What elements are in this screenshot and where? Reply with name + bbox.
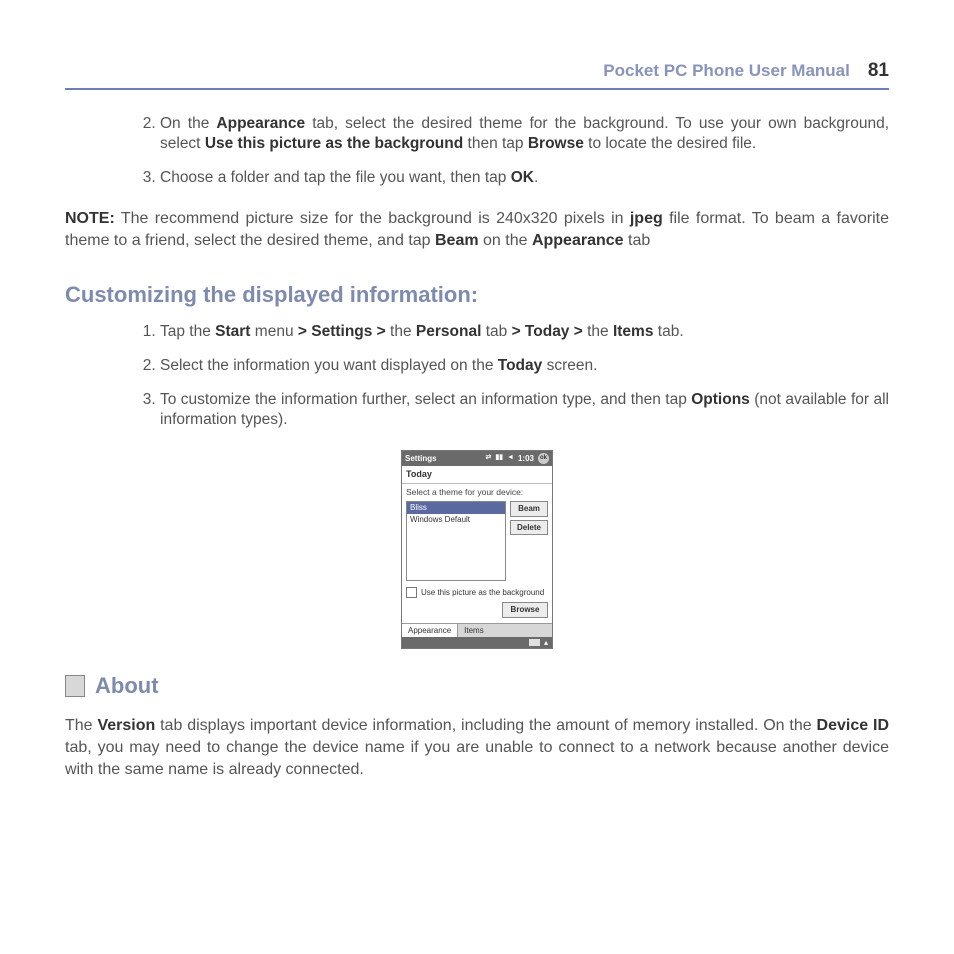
bold-text: Options	[691, 391, 750, 408]
page-number: 81	[868, 60, 889, 82]
text: tab, you may need to change the device n…	[65, 739, 889, 778]
bold-text: Beam	[435, 232, 479, 249]
keyboard-icon[interactable]	[529, 639, 540, 646]
text: on the	[479, 232, 532, 249]
text: screen.	[542, 357, 597, 374]
bold-text: Device ID	[817, 717, 889, 734]
bold-text: > Today >	[512, 323, 583, 340]
use-picture-checkbox[interactable]	[406, 587, 417, 598]
text: tab.	[653, 323, 683, 340]
bold-text: Items	[613, 323, 654, 340]
bold-text: Version	[97, 717, 155, 734]
text: menu	[250, 323, 297, 340]
bold-text: Personal	[416, 323, 481, 340]
use-picture-label: Use this picture as the background	[421, 588, 544, 598]
customizing-steps: Tap the Start menu > Settings > the Pers…	[65, 322, 889, 431]
bold-text: OK	[511, 169, 534, 186]
connectivity-icon: ⇄	[485, 454, 491, 462]
bold-text: Use this picture as the background	[205, 135, 463, 152]
device-today-title: Today	[402, 466, 552, 484]
step-3: Choose a folder and tap the file you wan…	[160, 168, 889, 188]
custom-step-3: To customize the information further, se…	[160, 390, 889, 430]
bold-text: > Settings >	[298, 323, 386, 340]
page-header: Pocket PC Phone User Manual 81	[65, 60, 889, 90]
step-2: On the Appearance tab, select the desire…	[160, 114, 889, 154]
bold-text: Browse	[528, 135, 584, 152]
about-icon	[65, 675, 85, 697]
text: then tap	[463, 135, 528, 152]
device-tabs: Appearance Items	[402, 623, 552, 638]
text: Choose a folder and tap the file you wan…	[160, 169, 511, 186]
bold-text: Appearance	[216, 115, 305, 132]
tab-items[interactable]: Items	[458, 624, 490, 638]
customizing-heading: Customizing the displayed information:	[65, 282, 889, 308]
text: tab	[624, 232, 651, 249]
bold-text: jpeg	[630, 210, 663, 227]
custom-step-1: Tap the Start menu > Settings > the Pers…	[160, 322, 889, 342]
device-screenshot: Settings ⇄ ▮▮ ◄ 1:03 ok Today Select a t…	[401, 450, 553, 649]
text: tab displays important device informatio…	[155, 717, 816, 734]
note-paragraph: NOTE: The recommend picture size for the…	[65, 208, 889, 251]
text: the	[583, 323, 613, 340]
theme-listbox[interactable]: Bliss Windows Default	[406, 501, 506, 581]
device-prompt: Select a theme for your device:	[402, 484, 552, 499]
theme-item-bliss[interactable]: Bliss	[407, 502, 505, 514]
beam-button[interactable]: Beam	[510, 501, 548, 517]
text: Tap the	[160, 323, 215, 340]
text: .	[534, 169, 538, 186]
about-paragraph: The Version tab displays important devic…	[65, 715, 889, 780]
bold-text: Appearance	[532, 232, 624, 249]
bold-text: Start	[215, 323, 250, 340]
text: to locate the desired file.	[584, 135, 756, 152]
text: To customize the information further, se…	[160, 391, 691, 408]
delete-button[interactable]: Delete	[510, 520, 548, 536]
text: Select the information you want displaye…	[160, 357, 498, 374]
text: tab	[481, 323, 511, 340]
about-heading-text: About	[95, 673, 159, 699]
note-label: NOTE:	[65, 210, 115, 227]
about-heading: About	[65, 673, 889, 699]
text: The recommend picture size for the backg…	[115, 210, 630, 227]
header-title: Pocket PC Phone User Manual	[603, 61, 850, 81]
theme-item-windows-default[interactable]: Windows Default	[407, 514, 505, 526]
custom-step-2: Select the information you want displaye…	[160, 356, 889, 376]
sip-arrow-icon[interactable]: ▴	[544, 638, 548, 648]
browse-button[interactable]: Browse	[502, 602, 548, 618]
device-settings-label: Settings	[405, 454, 437, 464]
ok-button[interactable]: ok	[538, 453, 549, 464]
signal-icon: ▮▮	[495, 454, 503, 462]
tab-appearance[interactable]: Appearance	[402, 624, 458, 638]
appearance-steps: On the Appearance tab, select the desire…	[65, 114, 889, 188]
text: On the	[160, 115, 216, 132]
text: The	[65, 717, 97, 734]
device-clock: 1:03	[518, 454, 534, 464]
speaker-icon: ◄	[507, 454, 514, 462]
text: the	[386, 323, 416, 340]
bold-text: Today	[498, 357, 543, 374]
device-titlebar: Settings ⇄ ▮▮ ◄ 1:03 ok	[402, 451, 552, 466]
